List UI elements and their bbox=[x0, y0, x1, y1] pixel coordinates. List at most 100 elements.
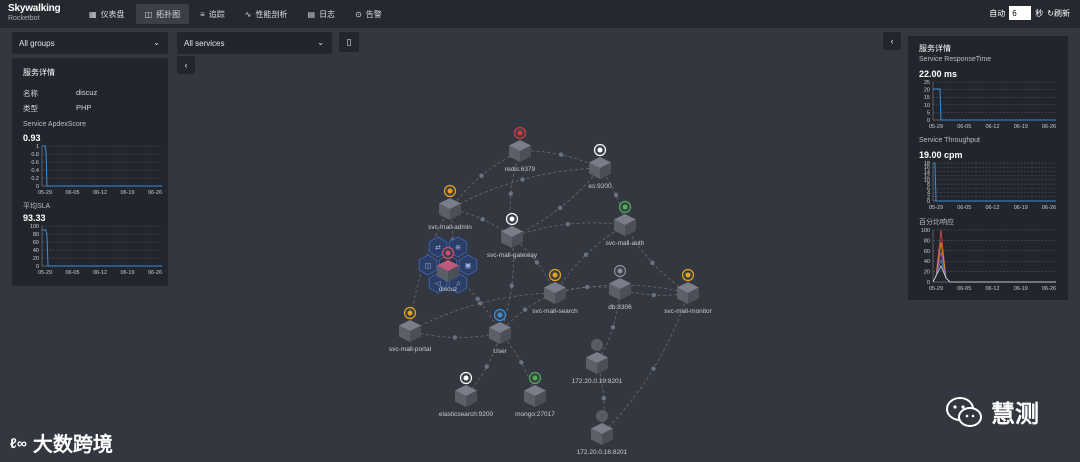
edge-midpoint bbox=[613, 192, 619, 198]
x-tick-label: 06-19 bbox=[1014, 286, 1028, 292]
topology-node-monitor[interactable]: svc-mall-monitor bbox=[664, 268, 713, 316]
node-label: svc-mall-portal bbox=[389, 346, 432, 353]
auto-label[interactable]: 自动 bbox=[989, 8, 1005, 19]
nav-alarm[interactable]: ⊙ 告警 bbox=[346, 4, 391, 24]
badge-core bbox=[509, 216, 515, 222]
brand-logo-icon: ℓ∞ bbox=[10, 434, 27, 451]
topology-node-ip16[interactable]: 172.20.0.16:8201 bbox=[577, 409, 628, 457]
y-tick-label: 60 bbox=[33, 240, 39, 246]
response-time-series-line bbox=[933, 88, 1056, 121]
type-value: PHP bbox=[76, 103, 92, 112]
collapse-right-button[interactable]: ‹ bbox=[883, 32, 901, 50]
logo-title: Skywalking bbox=[8, 3, 61, 14]
log-icon: ▤ bbox=[307, 9, 316, 19]
x-tick-label: 06-19 bbox=[120, 270, 134, 276]
nav-label: 性能剖析 bbox=[255, 9, 288, 19]
y-tick-label: 100 bbox=[921, 228, 930, 234]
x-tick-label: 06-12 bbox=[985, 205, 999, 211]
nav-trace[interactable]: ≡ 追踪 bbox=[191, 4, 234, 24]
panel-title: 服务详情 bbox=[23, 68, 55, 77]
hex-action-icon: ▣ bbox=[465, 263, 472, 270]
edge-midpoint bbox=[650, 260, 655, 265]
percentile-chart: 100806040200 05-29 06-05 06-12 06-19 06-26 bbox=[921, 228, 1056, 292]
watermark-left: ℓ∞ 大数跨境 bbox=[10, 428, 113, 457]
edge-midpoint bbox=[522, 307, 528, 312]
logo-subtitle: Rocketbot bbox=[8, 15, 40, 22]
nav-label: 日志 bbox=[319, 9, 336, 19]
y-tick-label: 80 bbox=[33, 232, 39, 238]
percentile-series-line bbox=[932, 241, 1056, 283]
x-tick-label: 06-05 bbox=[65, 270, 79, 276]
alarm-icon: ⊙ bbox=[355, 9, 362, 19]
topology-node-db[interactable]: db:3306 bbox=[608, 264, 632, 312]
topology-node-ip19[interactable]: 172.20.0.19:8201 bbox=[572, 338, 623, 386]
topology-icon: ◫ bbox=[144, 9, 153, 19]
nav-log[interactable]: ▤ 日志 bbox=[299, 4, 345, 24]
apdex-y-axis: 10.80.60.40.20 bbox=[31, 144, 39, 190]
topology-node-gateway[interactable]: svc-mall-gateway bbox=[487, 212, 538, 260]
nav-topology[interactable]: ◫ 拓扑图 bbox=[135, 4, 190, 24]
auto-refresh-controls: 自动 秒 ↻刷新 bbox=[989, 6, 1070, 20]
y-tick-label: 15 bbox=[924, 95, 930, 101]
x-tick-label: 06-12 bbox=[985, 124, 999, 130]
y-tick-label: 60 bbox=[924, 249, 930, 255]
chevron-down-icon: ⌄ bbox=[153, 38, 160, 47]
refresh-button[interactable]: ↻刷新 bbox=[1047, 8, 1070, 19]
throughput-label: Service Throughput bbox=[919, 137, 980, 144]
service-select[interactable]: All services ⌄ bbox=[177, 32, 332, 54]
group-select-value: All groups bbox=[19, 38, 55, 48]
chevron-left-icon: ‹ bbox=[890, 36, 894, 46]
throughput-chart: 181614121086420 05-29 06-05 06-12 06-19 06-2… bbox=[924, 161, 1056, 211]
right-service-detail-panel: 服务详情 Service ResponseTime 22.00 ms 25 20 1… bbox=[908, 36, 1068, 300]
badge-core bbox=[597, 147, 603, 153]
nav-profile[interactable]: ∿ 性能剖析 bbox=[236, 4, 297, 24]
topology-node-search[interactable]: svc-mall-search bbox=[532, 268, 578, 316]
sla-series-line bbox=[42, 229, 162, 267]
profile-icon: ∿ bbox=[244, 9, 252, 19]
edge-midpoint bbox=[583, 252, 589, 257]
topology-graph[interactable]: ⇄ ⊕◫ ▣◁ ♫ redis:6379es:9200svc-mall-adminsv… bbox=[170, 56, 900, 462]
app-logo[interactable]: Skywalking Rocketbot bbox=[0, 0, 78, 28]
node-label: elasticsearch:9200 bbox=[439, 411, 494, 418]
node-label: mongo:27017 bbox=[515, 411, 555, 418]
watermark-left-text: 大数跨境 bbox=[32, 434, 113, 456]
topology-node-es[interactable]: es:9200 bbox=[588, 143, 612, 191]
x-tick-label: 06-19 bbox=[1014, 124, 1028, 130]
x-tick-label: 06-12 bbox=[985, 286, 999, 292]
topology-node-redis[interactable]: redis:6379 bbox=[505, 126, 536, 174]
y-tick-label: 40 bbox=[33, 248, 39, 254]
nav-label: 追踪 bbox=[208, 9, 225, 19]
edge-midpoint bbox=[557, 205, 563, 210]
edge-es-gateway bbox=[511, 167, 601, 238]
apdex-chart: 10.80.60.40.20 05-29 06-05 06-12 06-19 06-26 bbox=[31, 144, 162, 196]
edge-monitor-auth bbox=[624, 224, 689, 294]
throughput-series-line bbox=[933, 162, 1056, 202]
node-label: 172.20.0.16:8201 bbox=[577, 449, 628, 456]
legend-toggle-button[interactable]: ▯ bbox=[339, 32, 359, 52]
topology-node-admin[interactable]: svc-mall-admin bbox=[428, 184, 472, 232]
topology-node-mongo[interactable]: mongo:27017 bbox=[515, 371, 555, 419]
nav-label: 拓扑图 bbox=[156, 9, 181, 19]
nav-dashboard[interactable]: ▦ 仪表盘 bbox=[80, 4, 134, 24]
x-tick-label: 05-29 bbox=[929, 124, 943, 130]
y-tick-label: 5 bbox=[927, 110, 930, 116]
group-select[interactable]: All groups ⌄ bbox=[12, 32, 168, 54]
apdex-x-axis: 05-29 06-05 06-12 06-19 06-26 bbox=[38, 190, 162, 196]
edge-midpoint bbox=[508, 191, 514, 196]
response-time-chart: 2520151050 05-29 06-05 06-12 06-19 06-26 bbox=[924, 80, 1056, 130]
topology-node-user[interactable]: User bbox=[489, 308, 511, 356]
x-tick-label: 06-12 bbox=[93, 190, 107, 196]
badge-core bbox=[552, 272, 558, 278]
topology-node-portal[interactable]: svc-mall-portal bbox=[389, 306, 432, 354]
topology-node-elasticsearch[interactable]: elasticsearch:9200 bbox=[439, 371, 494, 419]
node-label: User bbox=[493, 348, 508, 355]
auto-interval-input[interactable] bbox=[1009, 6, 1032, 20]
badge-core bbox=[685, 272, 691, 278]
edge-midpoint bbox=[651, 366, 656, 371]
sla-chart: 100806040200 05-29 06-05 06-12 06-19 06-26 bbox=[30, 224, 162, 276]
edge-midpoint bbox=[601, 396, 606, 401]
badge-core bbox=[407, 310, 413, 316]
refresh-icon: ↻ bbox=[1047, 8, 1054, 18]
topology-node-auth[interactable]: svc-mall-auth bbox=[606, 200, 645, 248]
seconds-label: 秒 bbox=[1035, 8, 1044, 18]
